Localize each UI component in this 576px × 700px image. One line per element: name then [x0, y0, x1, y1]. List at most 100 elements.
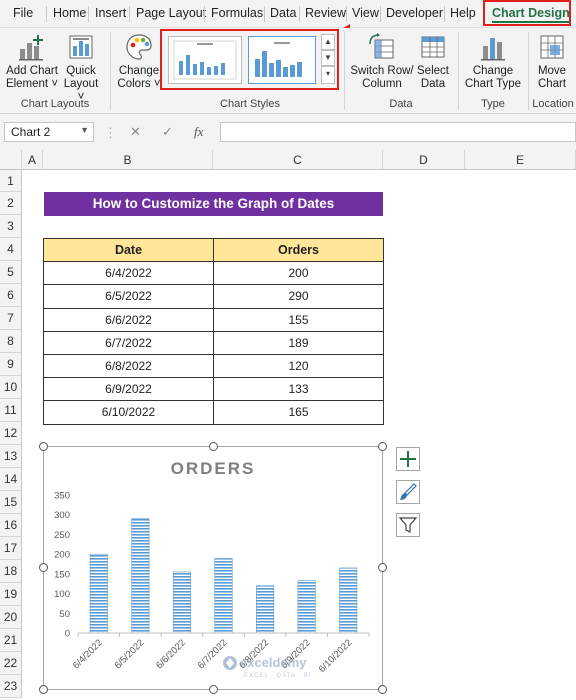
- chart-filters-button[interactable]: [396, 513, 420, 537]
- tab-data[interactable]: Data: [270, 6, 296, 20]
- date-cell[interactable]: 6/9/2022: [43, 377, 214, 402]
- bar[interactable]: [131, 518, 150, 634]
- row-header-7[interactable]: 7: [0, 307, 22, 330]
- tab-view[interactable]: View: [352, 6, 379, 20]
- bar[interactable]: [214, 558, 233, 634]
- row-header-8[interactable]: 8: [0, 330, 22, 353]
- cancel-icon[interactable]: ✕: [130, 124, 141, 140]
- row-header-20[interactable]: 20: [0, 606, 22, 629]
- date-cell[interactable]: 6/5/2022: [43, 284, 214, 309]
- column-header-e[interactable]: E: [465, 150, 576, 170]
- quick-layout-button[interactable]: Quick Layout ˅: [60, 32, 102, 104]
- row-header-9[interactable]: 9: [0, 353, 22, 376]
- bar[interactable]: [172, 571, 191, 634]
- row-header-16[interactable]: 16: [0, 514, 22, 537]
- column-header-c[interactable]: C: [213, 150, 383, 170]
- table-header-orders[interactable]: Orders: [213, 237, 384, 263]
- row-header-18[interactable]: 18: [0, 560, 22, 583]
- date-cell[interactable]: 6/4/2022: [43, 261, 214, 286]
- date-cell[interactable]: 6/8/2022: [43, 353, 214, 379]
- orders-cell[interactable]: 290: [213, 284, 384, 309]
- row-header-17[interactable]: 17: [0, 537, 22, 560]
- row-header-6[interactable]: 6: [0, 284, 22, 307]
- tab-page-layout[interactable]: Page Layout: [136, 6, 206, 20]
- resize-handle-bottom-right[interactable]: [378, 685, 387, 694]
- orders-chart[interactable]: ORDERS 0 50 100 150 200 250 300 350 6/4/2022 6/5…: [43, 446, 383, 690]
- bar[interactable]: [339, 567, 358, 634]
- resize-handle-top-left[interactable]: [39, 442, 48, 451]
- row-header-19[interactable]: 19: [0, 583, 22, 606]
- highlight-box-chart-design: [483, 0, 571, 26]
- date-cell[interactable]: 6/10/2022: [43, 400, 214, 425]
- tab-home[interactable]: Home: [53, 6, 86, 20]
- resize-handle-left[interactable]: [39, 563, 48, 572]
- resize-handle-top[interactable]: [209, 442, 218, 451]
- orders-cell[interactable]: 189: [213, 330, 384, 355]
- orders-cell[interactable]: 165: [213, 400, 384, 425]
- sheet-title[interactable]: How to Customize the Graph of Dates: [44, 192, 383, 216]
- formula-input[interactable]: [220, 122, 576, 142]
- row-header-13[interactable]: 13: [0, 445, 22, 468]
- orders-cell[interactable]: 133: [213, 377, 384, 402]
- row-header-1[interactable]: 1: [0, 170, 22, 192]
- chart-styles-button[interactable]: [396, 480, 420, 504]
- chart-title[interactable]: ORDERS: [171, 459, 256, 478]
- insert-function-icon[interactable]: fx: [194, 124, 203, 140]
- row-header-2[interactable]: 2: [0, 192, 22, 215]
- add-chart-element-button[interactable]: Add Chart Element ˅: [4, 32, 60, 91]
- group-divider: [528, 32, 529, 110]
- resize-handle-top-right[interactable]: [378, 442, 387, 451]
- row-header-11[interactable]: 11: [0, 399, 22, 422]
- orders-cell[interactable]: 120: [213, 353, 384, 379]
- quick-layout-icon: [69, 35, 93, 59]
- name-box[interactable]: Chart 2 ▼: [4, 122, 94, 142]
- tab-file[interactable]: File: [13, 6, 33, 20]
- column-header-a[interactable]: A: [22, 150, 43, 170]
- resize-handle-bottom-left[interactable]: [39, 685, 48, 694]
- table-header-date[interactable]: Date: [43, 237, 214, 263]
- change-colors-button[interactable]: Change Colors ˅: [116, 32, 162, 91]
- select-data-button[interactable]: Select Data: [414, 32, 452, 91]
- bar[interactable]: [256, 585, 275, 634]
- orders-cell[interactable]: 155: [213, 307, 384, 332]
- row-header-15[interactable]: 15: [0, 491, 22, 514]
- group-divider: [110, 32, 111, 110]
- row-header-14[interactable]: 14: [0, 468, 22, 491]
- tab-help[interactable]: Help: [450, 6, 476, 20]
- row-header-5[interactable]: 5: [0, 261, 22, 284]
- move-chart-button[interactable]: Move Chart: [532, 32, 572, 91]
- tab-formulas[interactable]: Formulas: [211, 6, 263, 20]
- chevron-down-icon[interactable]: ▼: [80, 125, 89, 135]
- move-chart-label-2: Chart: [537, 78, 567, 90]
- date-cell[interactable]: 6/7/2022: [43, 330, 214, 355]
- row-header-21[interactable]: 21: [0, 629, 22, 652]
- resize-handle-right[interactable]: [378, 563, 387, 572]
- change-chart-type-button[interactable]: Change Chart Type: [462, 32, 524, 91]
- select-all-corner[interactable]: [0, 150, 22, 170]
- resize-handle-bottom[interactable]: [209, 685, 218, 694]
- x-tick-label: 6/10/2022: [317, 637, 355, 675]
- tab-developer[interactable]: Developer: [386, 6, 443, 20]
- row-header-23[interactable]: 23: [0, 675, 22, 698]
- enter-icon[interactable]: ✓: [162, 124, 173, 140]
- table-row: 6/8/2022 120: [43, 353, 384, 379]
- date-cell[interactable]: 6/6/2022: [43, 307, 214, 332]
- row-header-12[interactable]: 12: [0, 422, 22, 445]
- chart-elements-button[interactable]: [396, 447, 420, 471]
- column-header-d[interactable]: D: [383, 150, 465, 170]
- orders-table: Date Orders 6/4/2022 200 6/5/2022 290 6/…: [43, 237, 384, 425]
- menu-divider: [46, 6, 47, 22]
- row-header-22[interactable]: 22: [0, 652, 22, 675]
- y-tick-label: 0: [65, 629, 70, 640]
- row-header-4[interactable]: 4: [0, 238, 22, 261]
- row-header-10[interactable]: 10: [0, 376, 22, 399]
- row-header-3[interactable]: 3: [0, 215, 22, 238]
- tab-review[interactable]: Review: [305, 6, 346, 20]
- tab-insert[interactable]: Insert: [95, 6, 126, 20]
- bar[interactable]: [89, 553, 108, 634]
- orders-cell[interactable]: 200: [213, 261, 384, 286]
- bar[interactable]: [297, 580, 316, 634]
- x-tick-label: 6/4/2022: [71, 637, 105, 671]
- column-header-b[interactable]: B: [43, 150, 213, 170]
- switch-row-column-button[interactable]: Switch Row/ Column: [350, 32, 414, 91]
